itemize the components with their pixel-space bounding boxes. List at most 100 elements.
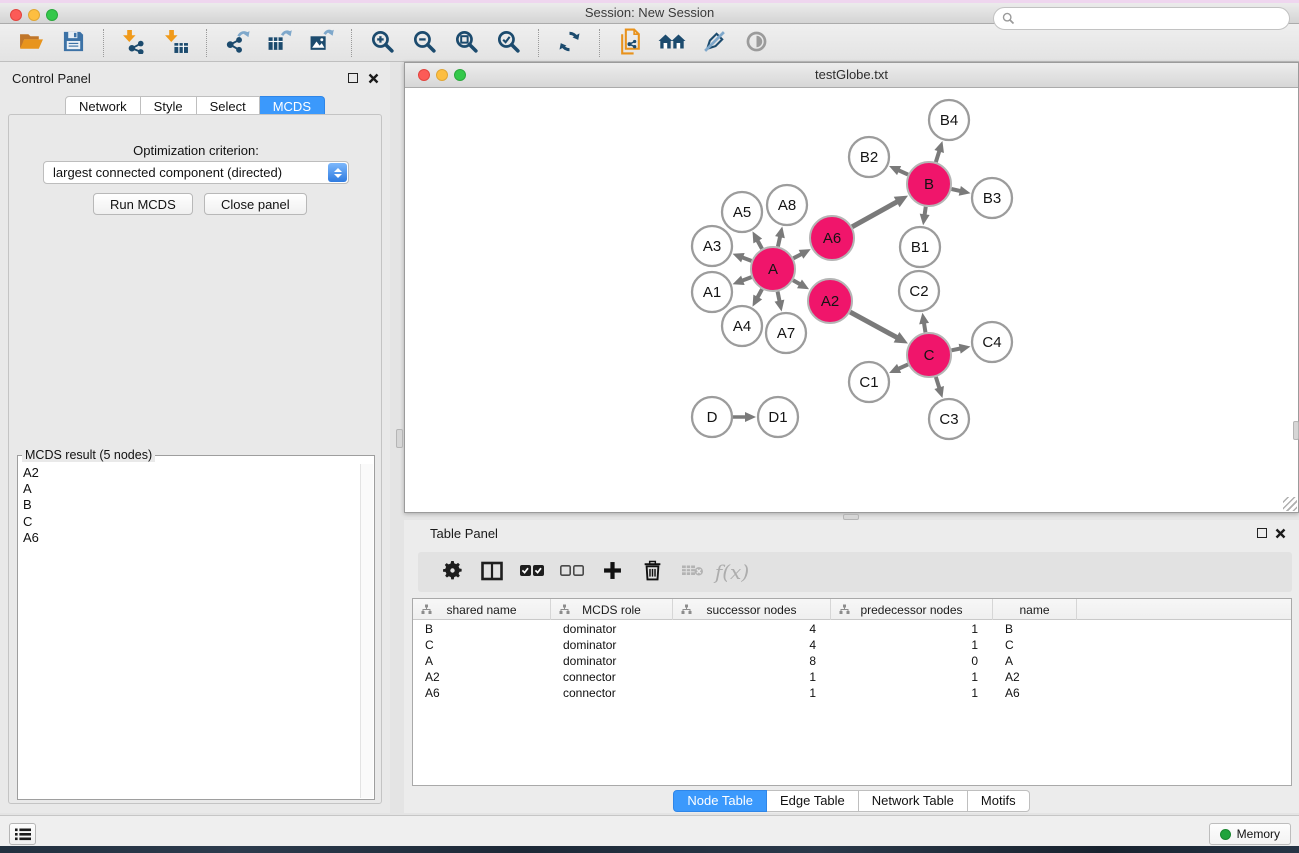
network-edge-B-B3[interactable] bbox=[951, 186, 970, 196]
search-input[interactable] bbox=[993, 7, 1290, 30]
export-network-button[interactable] bbox=[220, 27, 254, 59]
table-cell[interactable]: dominator bbox=[551, 621, 673, 637]
column-header-predecessor-nodes[interactable]: predecessor nodes bbox=[831, 599, 993, 620]
save-session-button[interactable] bbox=[56, 27, 90, 59]
window-resize-grip[interactable] bbox=[1283, 497, 1297, 511]
import-table-button[interactable] bbox=[159, 27, 193, 59]
network-node-A4[interactable]: A4 bbox=[722, 306, 762, 346]
close-table-panel-icon[interactable] bbox=[1273, 526, 1287, 540]
network-canvas[interactable]: B4B2BB3A8A5A6B1A3AA1C2A2A4A7C4CC1C3DD1 bbox=[406, 88, 1297, 511]
run-mcds-button[interactable]: Run MCDS bbox=[93, 193, 193, 215]
refresh-network-button[interactable] bbox=[552, 27, 586, 59]
table-cell[interactable]: A2 bbox=[993, 669, 1077, 685]
network-edge-B-B2[interactable] bbox=[889, 166, 908, 175]
table-cell[interactable]: A2 bbox=[413, 669, 551, 685]
table-row[interactable]: Adominator80A bbox=[413, 653, 1291, 669]
tab-network-table[interactable]: Network Table bbox=[859, 790, 968, 812]
network-node-D[interactable]: D bbox=[692, 397, 732, 437]
import-network-button[interactable] bbox=[117, 27, 151, 59]
close-panel-button[interactable]: Close panel bbox=[204, 193, 307, 215]
table-cell[interactable]: dominator bbox=[551, 637, 673, 653]
column-header-shared-name[interactable]: shared name bbox=[413, 599, 551, 620]
table-cell[interactable]: 1 bbox=[673, 669, 831, 685]
network-edge-A-A8[interactable] bbox=[775, 226, 785, 246]
mcds-result-item[interactable]: B bbox=[20, 497, 360, 513]
table-cell[interactable]: B bbox=[993, 621, 1077, 637]
network-edge-A-A3[interactable] bbox=[733, 253, 752, 262]
table-cell[interactable]: C bbox=[993, 637, 1077, 653]
network-zoom-button[interactable] bbox=[454, 69, 466, 81]
show-graphics-details-button[interactable] bbox=[739, 27, 773, 59]
table-cell[interactable]: dominator bbox=[551, 653, 673, 669]
table-cell[interactable]: 4 bbox=[673, 621, 831, 637]
column-header-MCDS-role[interactable]: MCDS role bbox=[551, 599, 673, 620]
network-edge-A-A2[interactable] bbox=[793, 280, 809, 290]
table-cell[interactable]: connector bbox=[551, 685, 673, 701]
network-node-A1[interactable]: A1 bbox=[692, 272, 732, 312]
float-panel-icon[interactable] bbox=[346, 71, 360, 85]
table-cell[interactable]: A bbox=[993, 653, 1077, 669]
tab-edge-table[interactable]: Edge Table bbox=[767, 790, 859, 812]
network-edge-C-C4[interactable] bbox=[952, 344, 971, 354]
table-cell[interactable]: A6 bbox=[993, 685, 1077, 701]
memory-button[interactable]: Memory bbox=[1209, 823, 1291, 845]
minimize-window-button[interactable] bbox=[28, 9, 40, 21]
select-all-checkboxes-button[interactable] bbox=[514, 556, 550, 588]
network-node-C4[interactable]: C4 bbox=[972, 322, 1012, 362]
tab-motifs[interactable]: Motifs bbox=[968, 790, 1030, 812]
network-edge-A2-C[interactable] bbox=[850, 312, 908, 343]
network-edge-C-C2[interactable] bbox=[919, 313, 929, 333]
network-node-A6[interactable]: A6 bbox=[810, 216, 854, 260]
desktop-vscrollbar-left[interactable] bbox=[396, 429, 403, 448]
network-node-C3[interactable]: C3 bbox=[929, 399, 969, 439]
table-cell[interactable]: A bbox=[413, 653, 551, 669]
zoom-window-button[interactable] bbox=[46, 9, 58, 21]
network-edge-B-B4[interactable] bbox=[934, 141, 944, 162]
table-cell[interactable]: 8 bbox=[673, 653, 831, 669]
mcds-result-item[interactable]: A2 bbox=[20, 465, 360, 481]
mcds-result-list[interactable]: A2ABCA6 bbox=[20, 465, 360, 797]
table-cell[interactable]: 0 bbox=[831, 653, 993, 669]
network-edge-A-A6[interactable] bbox=[793, 249, 810, 259]
close-window-button[interactable] bbox=[10, 9, 22, 21]
mcds-result-item[interactable]: A6 bbox=[20, 530, 360, 546]
table-cell[interactable]: 4 bbox=[673, 637, 831, 653]
network-node-C1[interactable]: C1 bbox=[849, 362, 889, 402]
network-edge-B-B1[interactable] bbox=[920, 207, 930, 225]
network-node-D1[interactable]: D1 bbox=[758, 397, 798, 437]
network-edge-A-A5[interactable] bbox=[753, 231, 763, 248]
export-table-button[interactable] bbox=[262, 27, 296, 59]
table-row[interactable]: Cdominator41C bbox=[413, 637, 1291, 653]
network-node-A3[interactable]: A3 bbox=[692, 226, 732, 266]
network-minimize-button[interactable] bbox=[436, 69, 448, 81]
network-edge-A-A4[interactable] bbox=[753, 289, 763, 306]
table-row[interactable]: A2connector11A2 bbox=[413, 669, 1291, 685]
add-column-button[interactable] bbox=[594, 556, 630, 588]
zoom-fit-button[interactable] bbox=[449, 27, 483, 59]
table-row[interactable]: A6connector11A6 bbox=[413, 685, 1291, 701]
network-edge-A6-B[interactable] bbox=[852, 196, 908, 227]
mcds-result-item[interactable]: C bbox=[20, 514, 360, 530]
split-panel-button[interactable] bbox=[474, 556, 510, 588]
column-header-name[interactable]: name bbox=[993, 599, 1077, 620]
table-cell[interactable]: A6 bbox=[413, 685, 551, 701]
network-node-A5[interactable]: A5 bbox=[722, 192, 762, 232]
table-row[interactable]: Bdominator41B bbox=[413, 621, 1291, 637]
table-settings-button[interactable] bbox=[434, 556, 470, 588]
table-cell[interactable]: C bbox=[413, 637, 551, 653]
deselect-all-checkboxes-button[interactable] bbox=[554, 556, 590, 588]
network-node-A[interactable]: A bbox=[751, 247, 795, 291]
table-cell[interactable]: 1 bbox=[831, 669, 993, 685]
network-node-B4[interactable]: B4 bbox=[929, 100, 969, 140]
mcds-result-scrollbar[interactable] bbox=[360, 464, 373, 798]
mcds-result-item[interactable]: A bbox=[20, 481, 360, 497]
delete-columns-button[interactable] bbox=[634, 556, 670, 588]
column-header-successor-nodes[interactable]: successor nodes bbox=[673, 599, 831, 620]
network-edge-C-C3[interactable] bbox=[934, 377, 944, 398]
float-table-panel-icon[interactable] bbox=[1255, 526, 1269, 540]
table-cell[interactable]: connector bbox=[551, 669, 673, 685]
network-close-button[interactable] bbox=[418, 69, 430, 81]
first-neighbors-button[interactable] bbox=[655, 27, 689, 59]
network-window-titlebar[interactable]: testGlobe.txt bbox=[405, 63, 1298, 88]
network-edge-D-D1[interactable] bbox=[733, 412, 756, 422]
